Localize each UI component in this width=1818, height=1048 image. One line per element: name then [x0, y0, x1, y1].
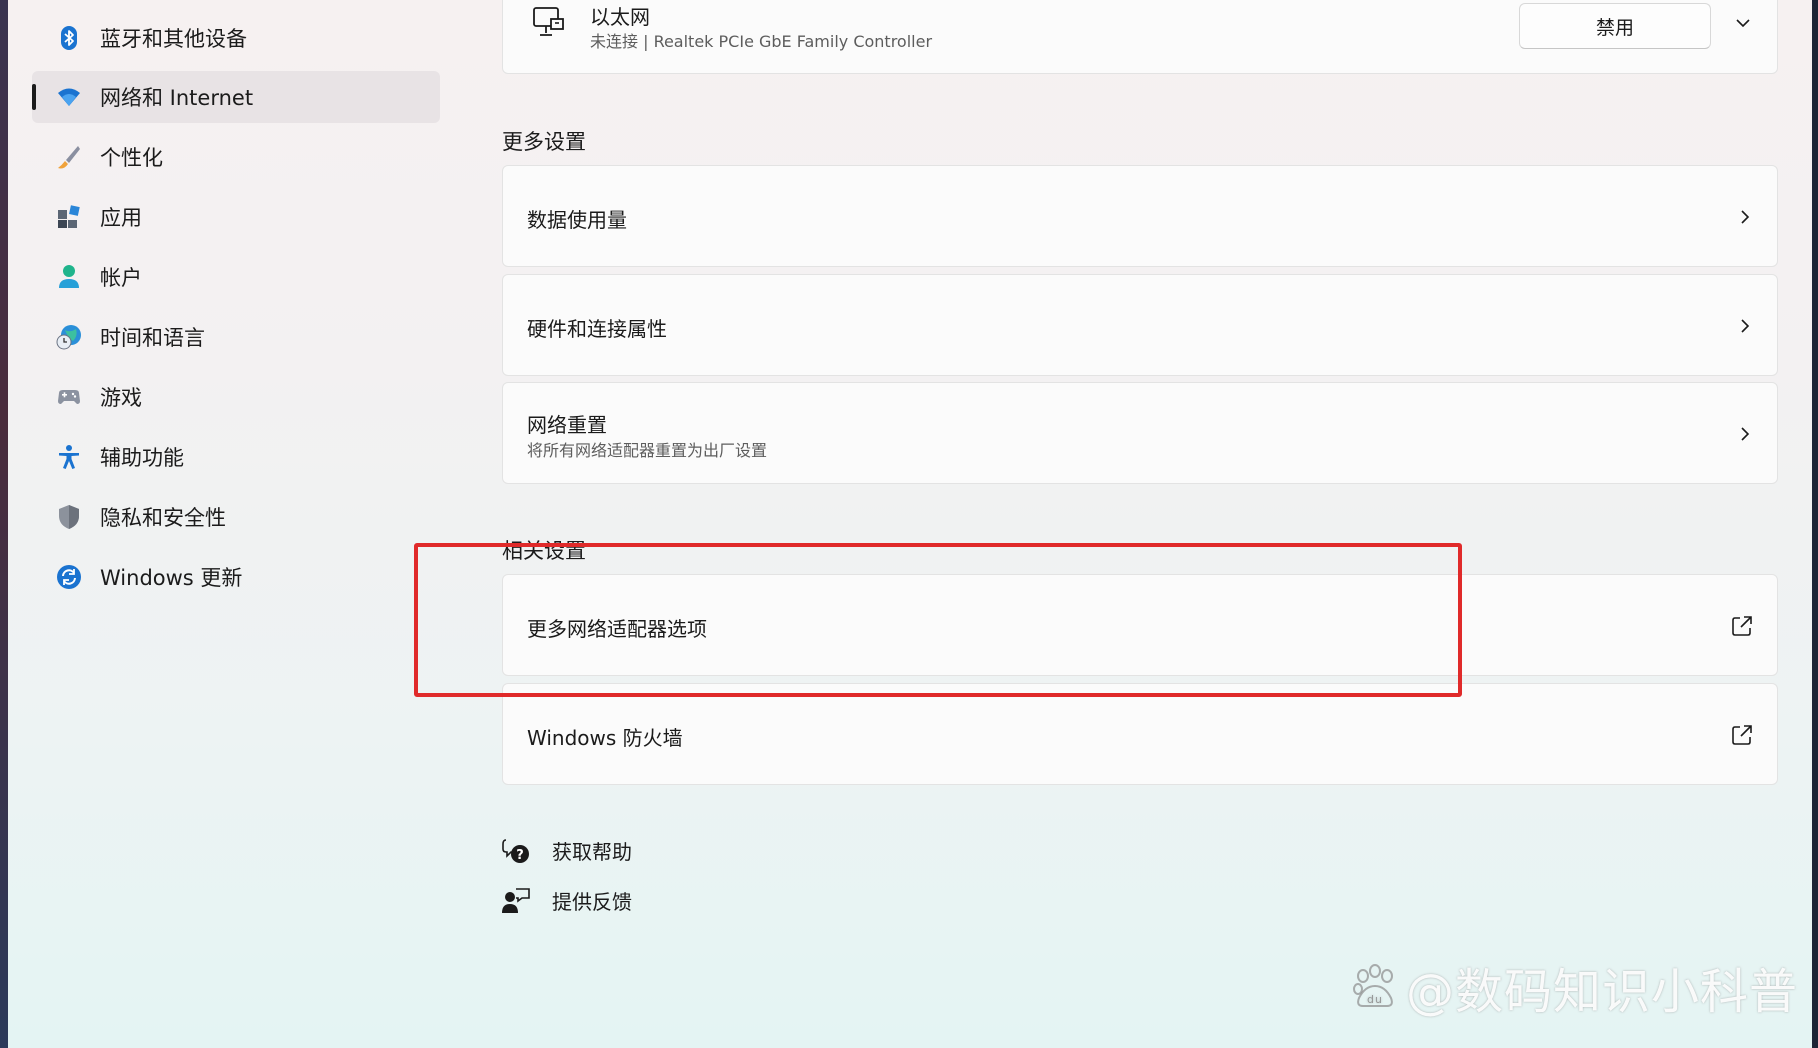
sidebar-item-label: 网络和 Internet — [100, 86, 254, 110]
red-highlight-box — [414, 543, 1462, 697]
account-icon — [59, 265, 79, 288]
globe-clock-icon — [56, 325, 81, 350]
sidebar-item-apps[interactable]: 应用 — [32, 191, 440, 243]
external-link-icon — [1732, 725, 1752, 745]
sidebar-item-label: 应用 — [100, 206, 142, 230]
baidu-paw-logo: du — [1353, 964, 1393, 1007]
hardware-properties-card[interactable]: 硬件和连接属性 — [502, 274, 1778, 376]
wifi-icon — [58, 88, 80, 106]
active-indicator — [32, 84, 36, 110]
bluetooth-icon — [61, 26, 77, 50]
sidebar-item-label: 游戏 — [100, 386, 142, 410]
accessibility-icon — [59, 445, 79, 469]
network-reset-card[interactable]: 网络重置 将所有网络适配器重置为出厂设置 — [502, 382, 1778, 484]
feedback-icon — [502, 887, 530, 913]
external-link-icon — [1732, 616, 1752, 636]
data-usage-card[interactable]: 数据使用量 — [502, 165, 1778, 267]
ethernet-title: 以太网 — [590, 5, 650, 29]
sidebar-item-gaming[interactable]: 游戏 — [32, 371, 440, 423]
sidebar-item-windows-update[interactable]: Windows 更新 — [32, 551, 440, 603]
sidebar-item-label: 帐户 — [100, 266, 142, 290]
windows-firewall-card[interactable]: Windows 防火墙 — [502, 683, 1778, 785]
ethernet-subtitle: 未连接 | Realtek PCIe GbE Family Controller — [590, 32, 933, 51]
settings-window: 蓝牙和其他设备 网络和 Internet 个性化 应用 帐户 时间和语言 游戏 … — [8, 0, 1818, 1048]
ethernet-icon — [533, 7, 564, 36]
desktop-edge — [0, 0, 8, 1048]
sidebar-item-privacy[interactable]: 隐私和安全性 — [32, 491, 440, 543]
get-help-label: 获取帮助 — [552, 840, 632, 864]
chevron-right-icon — [1741, 319, 1750, 333]
sidebar-item-time-language[interactable]: 时间和语言 — [32, 311, 440, 363]
watermark-text: @数码知识小科普 — [1406, 964, 1799, 1020]
svg-text:du: du — [1367, 993, 1383, 1006]
svg-text:?: ? — [516, 848, 524, 863]
update-icon — [57, 565, 81, 589]
disable-button[interactable]: 禁用 — [1519, 3, 1711, 49]
help-icon: ? — [502, 838, 529, 863]
brush-icon — [58, 146, 80, 169]
chevron-down-icon[interactable] — [1735, 15, 1751, 31]
chevron-right-icon — [1741, 427, 1750, 441]
window-right-edge — [1812, 0, 1818, 1048]
sidebar-item-label: 个性化 — [100, 146, 163, 170]
apps-icon — [58, 205, 80, 228]
give-feedback-label: 提供反馈 — [552, 890, 632, 914]
card-title: 网络重置 — [527, 413, 607, 437]
sidebar-item-network[interactable]: 网络和 Internet — [32, 71, 440, 123]
sidebar-item-accessibility[interactable]: 辅助功能 — [32, 431, 440, 483]
sidebar-item-label: 时间和语言 — [100, 326, 205, 350]
sidebar-item-accounts[interactable]: 帐户 — [32, 251, 440, 303]
more-settings-heading: 更多设置 — [502, 130, 586, 154]
card-subtitle: 将所有网络适配器重置为出厂设置 — [527, 441, 768, 460]
card-title: 数据使用量 — [527, 208, 627, 232]
sidebar-item-label: 隐私和安全性 — [100, 506, 226, 530]
get-help-link[interactable]: ? 获取帮助 — [502, 836, 632, 865]
card-title: Windows 防火墙 — [527, 726, 683, 750]
gamepad-icon — [58, 390, 80, 404]
sidebar-item-label: 辅助功能 — [100, 446, 184, 470]
watermark: du @数码知识小科普 — [1350, 952, 1798, 1022]
sidebar-item-label: Windows 更新 — [100, 566, 243, 590]
card-title: 硬件和连接属性 — [527, 317, 667, 341]
give-feedback-link[interactable]: 提供反馈 — [502, 886, 632, 915]
chevron-right-icon — [1741, 210, 1750, 224]
sidebar-item-bluetooth[interactable]: 蓝牙和其他设备 — [32, 12, 440, 64]
sidebar-item-personalization[interactable]: 个性化 — [32, 131, 440, 183]
shield-icon — [59, 505, 79, 529]
ethernet-card[interactable]: 以太网 未连接 | Realtek PCIe GbE Family Contro… — [502, 0, 1778, 74]
sidebar-item-label: 蓝牙和其他设备 — [100, 27, 247, 51]
